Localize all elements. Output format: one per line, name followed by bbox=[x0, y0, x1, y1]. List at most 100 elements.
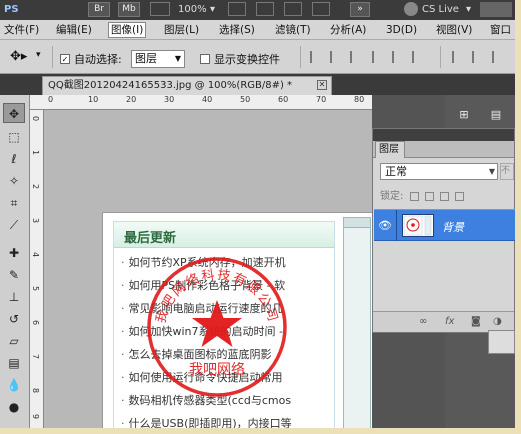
menu-layer[interactable]: 图层(L) bbox=[164, 23, 199, 37]
rotate-view-icon[interactable] bbox=[284, 2, 302, 16]
lasso-tool-icon[interactable]: ℓ bbox=[3, 149, 25, 169]
layer-thumbnail bbox=[402, 214, 434, 237]
tools-panel: ✥ ⬚ ℓ ✧ ⌗ ⟋ ✚ ✎ ⊥ ↺ ▱ ▤ 💧 ● bbox=[0, 95, 30, 428]
align-left-icon[interactable] bbox=[372, 51, 386, 63]
history-brush-tool-icon[interactable]: ↺ bbox=[3, 309, 25, 329]
healing-brush-tool-icon[interactable]: ✚ bbox=[3, 243, 25, 263]
ruler-mark: 0 bbox=[48, 95, 54, 104]
auto-select-target-value: 图层 bbox=[135, 52, 157, 65]
blend-mode-dropdown[interactable]: 正常 ▼ bbox=[380, 163, 498, 180]
ruler-mark: 7 bbox=[31, 354, 40, 360]
align-hcenter-icon[interactable] bbox=[392, 51, 406, 63]
distribute-bottom-icon[interactable] bbox=[492, 51, 506, 63]
hand-icon[interactable] bbox=[228, 2, 246, 16]
layers-footer: ∞ fx ◙ ◑ bbox=[373, 311, 514, 332]
chevron-down-icon[interactable]: ▾ bbox=[466, 2, 471, 17]
cs-live-icon[interactable] bbox=[404, 2, 418, 16]
distribute-vcenter-icon[interactable] bbox=[472, 51, 486, 63]
lock-all-icon[interactable] bbox=[455, 191, 465, 201]
brush-tool-icon[interactable]: ✎ bbox=[3, 265, 25, 285]
adjustment-icon[interactable]: ◑ bbox=[493, 316, 502, 327]
menu-image[interactable]: 图像(I) bbox=[108, 22, 147, 38]
chevron-down-icon[interactable]: ▾ bbox=[210, 2, 215, 17]
adjustments-icon[interactable]: ⊞ bbox=[453, 107, 475, 123]
blur-tool-icon[interactable]: 💧 bbox=[3, 375, 25, 395]
close-icon[interactable]: ✕ bbox=[317, 80, 327, 90]
ruler-mark: 5 bbox=[31, 286, 40, 292]
link-icon[interactable]: ∞ bbox=[419, 316, 427, 327]
menu-select[interactable]: 选择(S) bbox=[219, 23, 255, 37]
eraser-tool-icon[interactable]: ▱ bbox=[3, 331, 25, 351]
align-vcenter-icon[interactable] bbox=[330, 51, 344, 63]
align-bottom-icon[interactable] bbox=[350, 51, 364, 63]
magic-wand-tool-icon[interactable]: ✧ bbox=[3, 171, 25, 191]
arrange-documents-icon[interactable] bbox=[312, 2, 330, 16]
menu-view[interactable]: 视图(V) bbox=[436, 23, 472, 37]
move-tool-icon[interactable]: ✥ bbox=[3, 103, 25, 123]
eyedropper-tool-icon[interactable]: ⟋ bbox=[3, 215, 25, 235]
bridge-button[interactable]: Br bbox=[88, 2, 110, 17]
mini-bridge-button[interactable]: Mb bbox=[118, 2, 140, 17]
document-canvas[interactable]: 最后更新 · 如何节约XP系统内存，加速开机 · 如何用PS制作彩色格子背景 - 软… bbox=[44, 110, 372, 428]
auto-select-target-dropdown[interactable]: 图层 ▼ bbox=[131, 50, 185, 68]
lock-transparent-icon[interactable] bbox=[409, 191, 419, 201]
show-transform-label: 显示变换控件 bbox=[214, 53, 280, 66]
panel-title-bar[interactable] bbox=[373, 129, 514, 141]
gradient-tool-icon[interactable]: ▤ bbox=[3, 353, 25, 373]
crop-tool-icon[interactable]: ⌗ bbox=[3, 193, 25, 213]
collapsed-panel[interactable] bbox=[488, 330, 515, 354]
ps-logo: PS bbox=[4, 4, 19, 15]
menu-file[interactable]: 文件(F) bbox=[4, 23, 39, 37]
ruler-mark: 30 bbox=[164, 95, 175, 104]
zoom-tool-icon[interactable] bbox=[256, 2, 274, 16]
eye-icon[interactable]: 👁 bbox=[378, 219, 392, 232]
clone-stamp-tool-icon[interactable]: ⊥ bbox=[3, 287, 25, 307]
lock-position-icon[interactable] bbox=[439, 191, 449, 201]
ruler-mark: 3 bbox=[31, 218, 40, 224]
ruler-mark: 70 bbox=[316, 95, 327, 104]
list-item: · 什么是USB(即插即用)，内接口等 bbox=[121, 417, 292, 428]
cs-live-button[interactable]: CS Live bbox=[422, 2, 459, 17]
options-bar: ✥▸ ▾ ✓ 自动选择: 图层 ▼ 显示变换控件 bbox=[0, 40, 515, 74]
document-image[interactable]: 最后更新 · 如何节约XP系统内存，加速开机 · 如何用PS制作彩色格子背景 - 软… bbox=[102, 212, 372, 428]
layer-row-background[interactable]: 👁 背景 bbox=[374, 209, 515, 241]
view-extras-icon[interactable] bbox=[150, 2, 170, 16]
menu-edit[interactable]: 编辑(E) bbox=[56, 23, 92, 37]
lock-row: 锁定: bbox=[380, 187, 510, 203]
thumbnail-preview bbox=[403, 215, 432, 236]
horizontal-ruler: 0 10 20 30 40 50 60 70 80 bbox=[30, 95, 372, 110]
tab-layers[interactable]: 图层 bbox=[375, 141, 405, 158]
document-tab[interactable]: QQ截图20120424165533.jpg @ 100%(RGB/8#) * … bbox=[42, 76, 332, 95]
align-right-icon[interactable] bbox=[412, 51, 426, 63]
auto-select-checkbox[interactable]: ✓ bbox=[60, 52, 70, 65]
distribute-top-icon[interactable] bbox=[452, 51, 466, 63]
expand-workspaces-button[interactable]: » bbox=[350, 2, 370, 17]
menu-filter[interactable]: 滤镜(T) bbox=[275, 23, 311, 37]
align-top-icon[interactable] bbox=[310, 51, 324, 63]
ruler-mark: 6 bbox=[31, 320, 40, 326]
zoom-level[interactable]: 100% bbox=[178, 2, 207, 17]
checkmark-icon: ✓ bbox=[60, 54, 70, 64]
mask-icon[interactable]: ◙ bbox=[471, 316, 481, 327]
menu-analysis[interactable]: 分析(A) bbox=[330, 23, 366, 37]
fx-icon[interactable]: fx bbox=[445, 316, 454, 327]
stamp-bottom-text: 我吧网络 bbox=[189, 362, 245, 378]
document-tab-title: QQ截图20120424165533.jpg @ 100%(RGB/8#) * bbox=[48, 80, 293, 91]
ruler-mark: 0 bbox=[31, 116, 40, 122]
separator bbox=[440, 46, 441, 68]
ruler-mark: 50 bbox=[240, 95, 251, 104]
show-transform-checkbox[interactable] bbox=[200, 52, 210, 65]
chevron-down-icon[interactable]: ▾ bbox=[36, 50, 41, 60]
layers-panel: 图层 正常 ▼ 不 锁定: 👁 背景 ∞ fx ◙ ◑ bbox=[372, 128, 515, 333]
marquee-tool-icon[interactable]: ⬚ bbox=[3, 127, 25, 147]
dodge-tool-icon[interactable]: ● bbox=[3, 397, 25, 417]
window-controls[interactable] bbox=[480, 2, 512, 17]
lock-pixels-icon[interactable] bbox=[424, 191, 434, 201]
history-icon[interactable]: ▤ bbox=[485, 107, 507, 123]
lock-label: 锁定: bbox=[380, 191, 404, 202]
layer-name[interactable]: 背景 bbox=[442, 219, 464, 235]
move-tool-preset-icon[interactable]: ✥▸ bbox=[10, 49, 27, 64]
menu-3d[interactable]: 3D(D) bbox=[386, 23, 417, 37]
menu-window[interactable]: 窗口 bbox=[490, 23, 511, 37]
panel-title: 最后更新 bbox=[124, 231, 177, 246]
